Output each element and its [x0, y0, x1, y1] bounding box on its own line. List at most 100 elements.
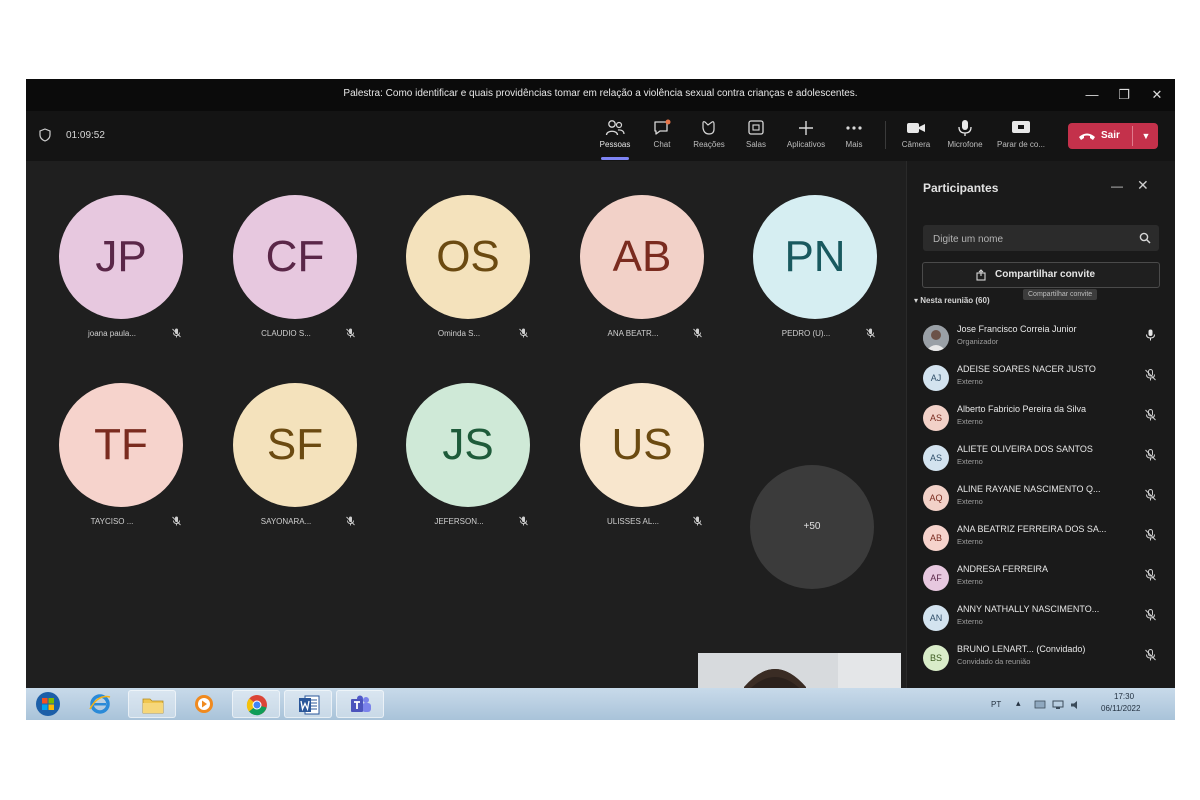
- participant-name: PEDRO (U)...: [781, 329, 831, 338]
- overflow-participants[interactable]: +50: [750, 465, 874, 589]
- participant-avatar: AS: [923, 405, 949, 431]
- participant-tile[interactable]: TF TAYCISO ...: [56, 383, 186, 543]
- participant-name: BRUNO LENART... (Convidado): [957, 644, 1086, 654]
- minimize-icon[interactable]: —: [1082, 85, 1102, 105]
- participant-name: Alberto Fabricio Pereira da Silva: [957, 404, 1087, 414]
- mic-off-icon: [519, 328, 528, 338]
- participant-tile[interactable]: OS Ominda S...: [403, 195, 533, 355]
- participant-tile[interactable]: JS JEFERSON...: [403, 383, 533, 543]
- participant-role: Externo: [957, 577, 983, 586]
- windows-start-icon: [36, 692, 60, 716]
- network-icon[interactable]: [1034, 700, 1046, 710]
- clock-time[interactable]: 17:30: [1114, 692, 1134, 701]
- participant-tile[interactable]: AB ANA BEATR...: [577, 195, 707, 355]
- participant-avatar: JP: [59, 195, 183, 319]
- participant-name: ANDRESA FERREIRA: [957, 564, 1049, 574]
- participant-row[interactable]: AS Alberto Fabricio Pereira da Silva Exter…: [907, 397, 1175, 437]
- video-stage: JP joana paula... CF CLAUDIO S... OS Ominda S…: [26, 161, 906, 720]
- participant-avatar: CF: [233, 195, 357, 319]
- minimize-panel-icon[interactable]: —: [1111, 179, 1123, 193]
- user-photo: [923, 325, 949, 351]
- share-invite-button[interactable]: Compartilhar convite: [922, 262, 1160, 288]
- participant-avatar: JS: [406, 383, 530, 507]
- participant-row[interactable]: Jose Francisco Correia Junior Organizador: [907, 317, 1175, 357]
- share-screen-label: Parar de co...: [996, 140, 1046, 149]
- participant-avatar: AB: [923, 525, 949, 551]
- language-indicator[interactable]: PT: [991, 700, 1001, 709]
- clock-date[interactable]: 06/11/2022: [1101, 704, 1140, 713]
- chat-button[interactable]: Chat: [637, 117, 687, 157]
- search-input[interactable]: [931, 229, 1135, 249]
- participant-tile[interactable]: CF CLAUDIO S...: [230, 195, 360, 355]
- participant-avatar: TF: [59, 383, 183, 507]
- participant-tile[interactable]: US ULISSES AL...: [577, 383, 707, 543]
- camera-button[interactable]: Câmera: [891, 117, 941, 157]
- participant-tile[interactable]: JP joana paula...: [56, 195, 186, 355]
- participant-row[interactable]: BS BRUNO LENART... (Convidado) Convidado d…: [907, 637, 1175, 677]
- participant-role: Externo: [957, 417, 983, 426]
- taskbar-media-player[interactable]: [180, 690, 228, 718]
- more-label: Mais: [845, 140, 863, 149]
- participant-avatar: AF: [923, 565, 949, 591]
- taskbar-file-explorer[interactable]: [128, 690, 176, 718]
- participant-row[interactable]: AS ALIETE OLIVEIRA DOS SANTOS Externo: [907, 437, 1175, 477]
- participant-avatar: OS: [406, 195, 530, 319]
- start-button[interactable]: [28, 690, 68, 718]
- participant-row[interactable]: AQ ALINE RAYANE NASCIMENTO Q... Externo: [907, 477, 1175, 517]
- mic-off-icon: [866, 328, 875, 338]
- more-button[interactable]: Mais: [829, 117, 879, 157]
- taskbar-chrome[interactable]: [232, 690, 280, 718]
- participant-name: joana paula...: [87, 329, 137, 338]
- apps-plus-icon: [799, 121, 813, 135]
- volume-icon[interactable]: [1070, 700, 1082, 710]
- taskbar-internet-explorer[interactable]: [76, 690, 124, 718]
- display-icon[interactable]: [1052, 700, 1064, 710]
- participant-avatar: US: [580, 383, 704, 507]
- share-screen-button[interactable]: Parar de co...: [996, 117, 1046, 157]
- title-bar: Palestra: Como identificar e quais provi…: [26, 79, 1175, 111]
- mic-off-icon: [693, 328, 702, 338]
- microphone-icon: [958, 120, 972, 136]
- search-icon[interactable]: [1139, 232, 1151, 244]
- mic-off-icon: [1145, 489, 1156, 501]
- chevron-down-icon[interactable]: ▼: [1134, 123, 1158, 149]
- more-icon: [846, 126, 862, 130]
- camera-icon: [907, 123, 925, 133]
- microphone-button[interactable]: Microfone: [940, 117, 990, 157]
- tray-expand-icon[interactable]: ▴: [1016, 698, 1021, 709]
- mic-off-icon: [693, 516, 702, 526]
- chevron-down-icon: ▾: [914, 296, 919, 305]
- reactions-button[interactable]: Reações: [684, 117, 734, 157]
- in-meeting-section-header[interactable]: ▾ Nesta reunião (60): [914, 296, 990, 305]
- participant-tile[interactable]: SF SAYONARA...: [230, 383, 360, 543]
- participant-tile[interactable]: PN PEDRO (U)...: [750, 195, 880, 355]
- participant-name: JEFERSON...: [434, 517, 484, 526]
- mic-off-icon: [1145, 529, 1156, 541]
- taskbar-word[interactable]: [284, 690, 332, 718]
- people-button[interactable]: Pessoas: [590, 117, 640, 157]
- apps-button[interactable]: Aplicativos: [781, 117, 831, 157]
- participant-row[interactable]: AJ ADEISE SOARES NACER JUSTO Externo: [907, 357, 1175, 397]
- rooms-button[interactable]: Salas: [731, 117, 781, 157]
- participant-name: Jose Francisco Correia Junior: [957, 324, 1077, 334]
- participant-role: Externo: [957, 617, 983, 626]
- participant-avatar: SF: [233, 383, 357, 507]
- participant-search[interactable]: [923, 225, 1159, 251]
- leave-main[interactable]: Sair: [1068, 123, 1132, 149]
- close-icon[interactable]: ✕: [1147, 85, 1167, 105]
- participant-name: ALINE RAYANE NASCIMENTO Q...: [957, 484, 1101, 494]
- leave-button[interactable]: Sair ▼: [1068, 123, 1158, 149]
- restore-icon[interactable]: ❐: [1114, 85, 1134, 105]
- chrome-icon: [246, 695, 267, 716]
- taskbar-teams[interactable]: [336, 690, 384, 718]
- mic-off-icon: [1145, 609, 1156, 621]
- participant-role: Externo: [957, 457, 983, 466]
- participant-row[interactable]: AB ANA BEATRIZ FERREIRA DOS SA... Externo: [907, 517, 1175, 557]
- close-panel-icon[interactable]: ✕: [1137, 177, 1149, 194]
- mic-off-icon: [172, 516, 181, 526]
- shield-icon: [39, 128, 51, 142]
- participant-name: SAYONARA...: [260, 517, 312, 526]
- participant-row[interactable]: AF ANDRESA FERREIRA Externo: [907, 557, 1175, 597]
- section-label: Nesta reunião (60): [920, 296, 990, 305]
- participant-row[interactable]: AN ANNY NATHALLY NASCIMENTO... Externo: [907, 597, 1175, 637]
